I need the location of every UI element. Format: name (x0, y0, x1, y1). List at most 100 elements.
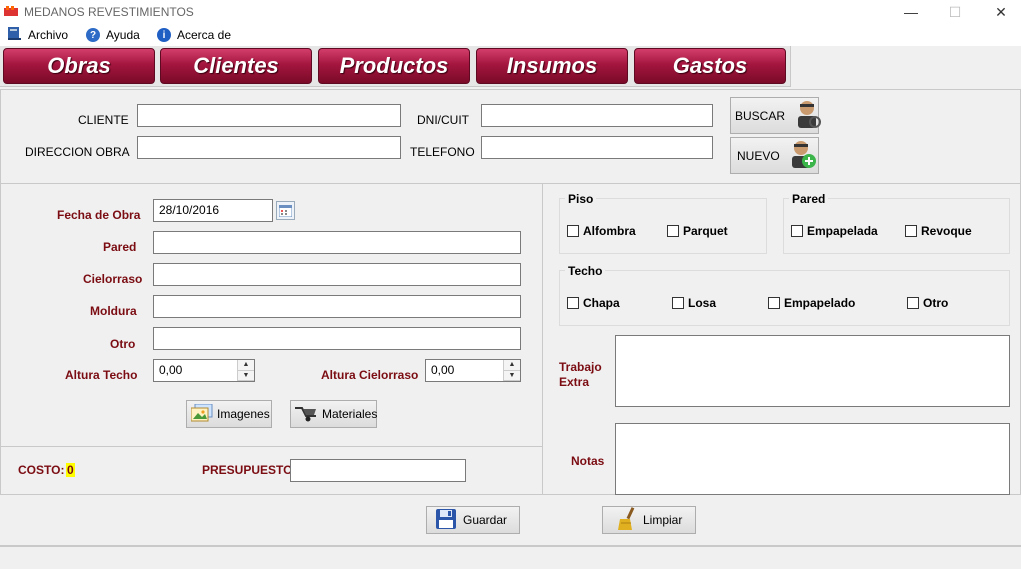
techo-title: Techo (565, 264, 606, 278)
menu-ayuda-label: Ayuda (106, 28, 140, 42)
dni-input[interactable] (481, 104, 713, 127)
help-icon: ? (86, 28, 100, 42)
user-add-icon (790, 139, 816, 172)
alfombra-label: Alfombra (583, 224, 636, 238)
buscar-label: BUSCAR (735, 108, 786, 123)
revoque-box[interactable] (905, 225, 917, 237)
direccion-label: DIRECCION OBRA (25, 145, 130, 159)
wheelbarrow-icon (294, 404, 318, 425)
alfombra-box[interactable] (567, 225, 579, 237)
images-icon (190, 403, 213, 425)
fecha-input[interactable]: 28/10/2016 (153, 199, 273, 222)
presupuesto-label: PRESUPUESTO (202, 463, 293, 477)
broom-icon (617, 506, 637, 534)
altura-techo-stepper[interactable]: 0,00 ▲ ▼ (153, 359, 255, 382)
empapelada-box[interactable] (791, 225, 803, 237)
dni-label: DNI/CUIT (417, 113, 469, 127)
cielorraso-label: Cielorraso (83, 272, 143, 286)
empapelado-label: Empapelado (784, 296, 856, 310)
fecha-label: Fecha de Obra (57, 208, 141, 222)
guardar-button[interactable]: Guardar (426, 506, 520, 534)
chapa-checkbox[interactable]: Chapa (567, 296, 620, 310)
costo-label: COSTO: (18, 463, 65, 477)
imagenes-button[interactable]: Imagenes (186, 400, 272, 428)
tab-gastos[interactable]: Gastos (634, 48, 786, 84)
altura-cielorraso-stepper[interactable]: 0,00 ▲ ▼ (425, 359, 521, 382)
maximize-button[interactable]: ☐ (932, 0, 978, 24)
empapelado-checkbox[interactable]: Empapelado (768, 296, 855, 310)
trabajo-extra-textarea[interactable] (615, 335, 1010, 407)
pared-title: Pared (789, 192, 829, 206)
materiales-label: Materiales (322, 407, 378, 421)
telefono-input[interactable] (481, 136, 713, 159)
notas-label: Notas (571, 454, 605, 468)
losa-label: Losa (688, 296, 717, 310)
nuevo-button[interactable]: NUEVO (730, 137, 819, 174)
techo-otro-checkbox[interactable]: Otro (907, 296, 948, 310)
nuevo-label: NUEVO (737, 148, 780, 163)
altura-techo-spin[interactable]: ▲ ▼ (237, 360, 254, 381)
empapelada-checkbox[interactable]: Empapelada (791, 224, 878, 238)
otro-input[interactable] (153, 327, 521, 350)
moldura-label: Moldura (90, 304, 137, 318)
imagenes-label: Imagenes (217, 407, 270, 421)
tab-productos[interactable]: Productos (318, 48, 470, 84)
presupuesto-input[interactable] (290, 459, 466, 482)
cielorraso-input[interactable] (153, 263, 521, 286)
altura-cielorraso-spin[interactable]: ▲ ▼ (503, 360, 520, 381)
close-button[interactable]: ✕ (978, 0, 1021, 24)
tab-clientes[interactable]: Clientes (160, 48, 312, 84)
otro-label: Otro (110, 337, 136, 351)
telefono-label: TELEFONO (410, 145, 475, 159)
alfombra-checkbox[interactable]: Alfombra (567, 224, 636, 238)
direccion-input[interactable] (137, 136, 401, 159)
menu-archivo[interactable]: Archivo (6, 26, 68, 44)
info-icon: i (157, 28, 171, 42)
revoque-label: Revoque (921, 224, 972, 238)
parquet-box[interactable] (667, 225, 679, 237)
parquet-checkbox[interactable]: Parquet (667, 224, 728, 238)
techo-otro-label: Otro (923, 296, 949, 310)
techo-otro-box[interactable] (907, 297, 919, 309)
limpiar-label: Limpiar (643, 513, 683, 527)
moldura-input[interactable] (153, 295, 521, 318)
menu-acerca[interactable]: i Acerca de (157, 26, 231, 44)
cliente-label: CLIENTE (78, 113, 129, 127)
tab-insumos[interactable]: Insumos (476, 48, 628, 84)
trabajo-extra-label: Trabajo Extra (559, 360, 602, 389)
app-icon (4, 5, 18, 17)
tab-obras[interactable]: Obras (3, 48, 155, 84)
minimize-button[interactable]: — (888, 0, 934, 24)
altura-techo-value: 0,00 (159, 363, 183, 377)
menu-acerca-label: Acerca de (177, 28, 232, 42)
user-search-icon (795, 99, 822, 132)
parquet-label: Parquet (683, 224, 728, 238)
losa-checkbox[interactable]: Losa (672, 296, 716, 310)
altura-cielorraso-value: 0,00 (431, 363, 455, 377)
menu-bar (0, 24, 1021, 46)
chapa-box[interactable] (567, 297, 579, 309)
chapa-label: Chapa (583, 296, 620, 310)
losa-box[interactable] (672, 297, 684, 309)
notas-textarea[interactable] (615, 423, 1010, 495)
empapelada-label: Empapelada (807, 224, 878, 238)
costo-value: 0 (66, 463, 75, 477)
materiales-button[interactable]: Materiales (290, 400, 377, 428)
menu-ayuda[interactable]: ? Ayuda (86, 26, 140, 44)
piso-title: Piso (565, 192, 597, 206)
pared-label: Pared (103, 240, 137, 254)
buscar-button[interactable]: BUSCAR (730, 97, 822, 134)
cliente-input[interactable] (137, 104, 401, 127)
empapelado-box[interactable] (768, 297, 780, 309)
window-title: MEDANOS REVESTIMIENTOS (24, 5, 194, 19)
book-icon (6, 26, 22, 45)
menu-archivo-label: Archivo (28, 28, 69, 42)
altura-cielorraso-label: Altura Cielorraso (321, 368, 419, 382)
revoque-checkbox[interactable]: Revoque (905, 224, 972, 238)
floppy-save-icon (435, 508, 457, 533)
pared-input[interactable] (153, 231, 521, 254)
altura-techo-label: Altura Techo (65, 368, 138, 382)
limpiar-button[interactable]: Limpiar (602, 506, 696, 534)
calendar-icon[interactable] (276, 201, 295, 220)
guardar-label: Guardar (463, 513, 508, 527)
